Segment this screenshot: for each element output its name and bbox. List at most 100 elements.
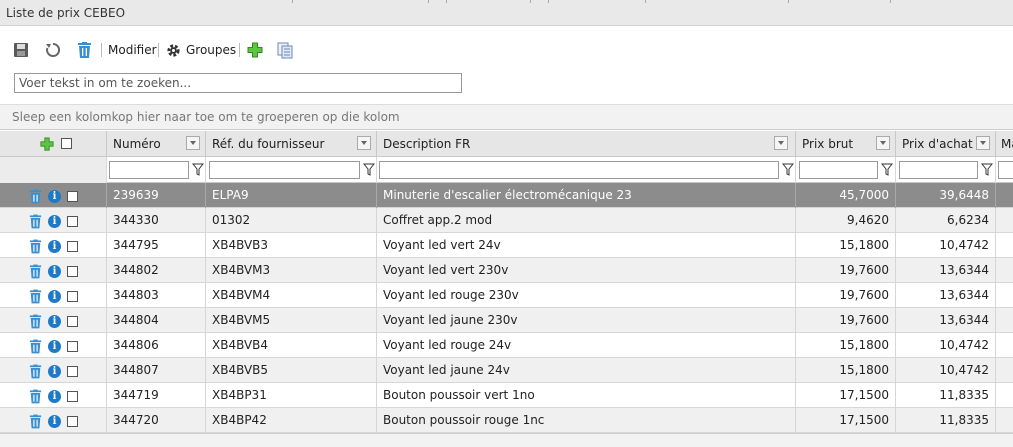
modify-label: Modifier <box>108 43 157 57</box>
delete-row-button[interactable] <box>29 239 42 254</box>
info-icon[interactable]: i <box>48 314 61 328</box>
cell-more <box>996 208 1013 233</box>
titlebar-tick <box>890 0 891 3</box>
row-actions: i <box>0 383 107 408</box>
add-button[interactable] <box>247 38 263 62</box>
cell-more <box>996 408 1013 433</box>
table-row[interactable]: i 344795 XB4BVB3 Voyant led vert 24v 15,1800… <box>0 233 1013 258</box>
prix-brut-filter-dropdown[interactable] <box>876 136 890 150</box>
ref-filter-dropdown[interactable] <box>357 136 371 150</box>
add-row-icon[interactable] <box>40 137 54 151</box>
info-icon[interactable]: i <box>48 239 61 253</box>
info-icon[interactable]: i <box>48 264 61 278</box>
prix-brut-filter-input[interactable] <box>799 161 878 179</box>
filter-icon[interactable] <box>192 163 204 177</box>
header-ref[interactable]: Réf. du fournisseur <box>206 131 377 157</box>
table-row[interactable]: i 344803 XB4BVM4 Voyant led rouge 230v 19,76… <box>0 283 1013 308</box>
table-row[interactable]: i 344804 XB4BVM5 Voyant led jaune 230v 19,76… <box>0 308 1013 333</box>
gear-icon <box>167 43 180 57</box>
filter-numero <box>107 157 206 183</box>
search-input[interactable] <box>14 73 462 93</box>
cell-numero: 239639 <box>107 183 206 208</box>
filter-ref <box>206 157 377 183</box>
grid-header: Numéro Réf. du fournisseur Description F… <box>0 131 1013 157</box>
header-prix-achat-label: Prix d'achat <box>902 137 973 151</box>
header-more[interactable]: Ma <box>996 131 1013 157</box>
row-checkbox[interactable] <box>67 340 78 352</box>
info-icon[interactable]: i <box>48 289 61 303</box>
table-row[interactable]: i 239639 ELPA9 Minuterie d'escalier électro… <box>0 183 1013 208</box>
row-checkbox[interactable] <box>67 215 78 227</box>
copy-button[interactable] <box>277 38 293 62</box>
cell-numero: 344807 <box>107 358 206 383</box>
delete-row-button[interactable] <box>29 189 42 204</box>
filter-icon[interactable] <box>881 163 893 177</box>
filter-icon[interactable] <box>782 163 794 177</box>
modify-button[interactable]: Modifier <box>108 38 157 62</box>
prix-achat-filter-input[interactable] <box>899 161 978 179</box>
delete-row-button[interactable] <box>29 364 42 379</box>
refresh-button[interactable] <box>45 38 61 62</box>
select-all-checkbox[interactable] <box>61 138 72 149</box>
cell-prix-achat: 39,6448 <box>896 183 996 208</box>
cell-numero: 344330 <box>107 208 206 233</box>
row-actions: i <box>0 408 107 433</box>
cell-ref: XB4BVB5 <box>206 358 377 383</box>
table-row[interactable]: i 344330 01302 Coffret app.2 mod 9,4620 6,623… <box>0 208 1013 233</box>
description-filter-dropdown[interactable] <box>774 136 788 150</box>
titlebar-tick <box>530 0 531 3</box>
delete-button[interactable] <box>77 38 92 62</box>
ref-filter-input[interactable] <box>209 161 360 179</box>
cell-ref: XB4BVB3 <box>206 233 377 258</box>
trash-icon <box>78 42 91 58</box>
more-filter-input[interactable] <box>998 161 1013 179</box>
header-numero[interactable]: Numéro <box>107 131 206 157</box>
cell-numero: 344719 <box>107 383 206 408</box>
trash-icon <box>29 264 42 278</box>
header-prix-brut[interactable]: Prix brut <box>796 131 896 157</box>
info-icon[interactable]: i <box>48 339 61 353</box>
table-row[interactable]: i 344719 XB4BP31 Bouton poussoir vert 1no 17… <box>0 383 1013 408</box>
delete-row-button[interactable] <box>29 414 42 429</box>
row-checkbox[interactable] <box>67 390 78 402</box>
description-filter-input[interactable] <box>379 161 779 179</box>
row-checkbox[interactable] <box>67 240 78 252</box>
trash-icon <box>29 339 42 353</box>
delete-row-button[interactable] <box>29 339 42 354</box>
info-icon[interactable]: i <box>48 214 61 228</box>
table-row[interactable]: i 344806 XB4BVB4 Voyant led rouge 24v 15,180… <box>0 333 1013 358</box>
delete-row-button[interactable] <box>29 214 42 229</box>
table-row[interactable]: i 344802 XB4BVM3 Voyant led vert 230v 19,760… <box>0 258 1013 283</box>
grid-footer <box>0 433 1013 447</box>
header-description[interactable]: Description FR <box>377 131 796 157</box>
row-checkbox[interactable] <box>67 315 78 327</box>
trash-icon <box>29 364 42 378</box>
row-checkbox[interactable] <box>67 265 78 277</box>
cell-ref: 01302 <box>206 208 377 233</box>
save-button[interactable] <box>13 38 29 62</box>
row-checkbox[interactable] <box>67 190 78 202</box>
header-description-label: Description FR <box>383 137 471 151</box>
row-checkbox[interactable] <box>67 415 78 427</box>
delete-row-button[interactable] <box>29 289 42 304</box>
delete-row-button[interactable] <box>29 314 42 329</box>
prix-achat-filter-dropdown[interactable] <box>976 136 990 150</box>
info-icon[interactable]: i <box>48 414 61 428</box>
numero-filter-dropdown[interactable] <box>186 136 200 150</box>
delete-row-button[interactable] <box>29 389 42 404</box>
numero-filter-input[interactable] <box>109 161 189 179</box>
row-checkbox[interactable] <box>67 365 78 377</box>
table-row[interactable]: i 344720 XB4BP42 Bouton poussoir rouge 1nc 1… <box>0 408 1013 433</box>
row-checkbox[interactable] <box>67 290 78 302</box>
filter-icon[interactable] <box>981 163 993 177</box>
groups-button[interactable]: Groupes <box>166 38 236 62</box>
group-panel[interactable]: Sleep een kolomkop hier naar toe om te g… <box>0 104 1013 130</box>
table-row[interactable]: i 344807 XB4BVB5 Voyant led jaune 24v 15,180… <box>0 358 1013 383</box>
info-icon[interactable]: i <box>48 364 61 378</box>
info-icon[interactable]: i <box>48 189 61 203</box>
row-actions: i <box>0 258 107 283</box>
header-prix-achat[interactable]: Prix d'achat <box>896 131 996 157</box>
delete-row-button[interactable] <box>29 264 42 279</box>
info-icon[interactable]: i <box>48 389 61 403</box>
filter-icon[interactable] <box>363 163 375 177</box>
